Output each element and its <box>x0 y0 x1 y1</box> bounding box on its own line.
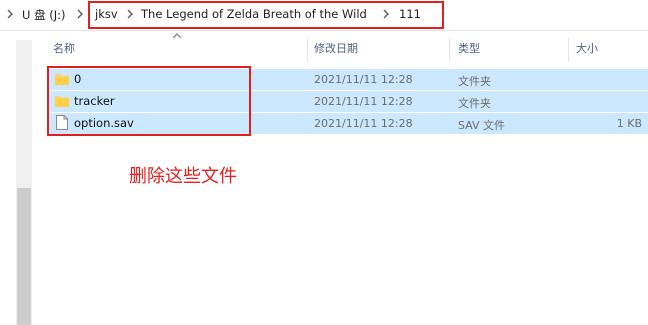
chevron-right-icon[interactable] <box>382 8 390 20</box>
files-highlight-box <box>47 66 251 136</box>
column-divider[interactable] <box>307 38 308 62</box>
navigation-scrollbar-thumb[interactable] <box>17 188 31 325</box>
column-divider[interactable] <box>568 38 569 62</box>
breadcrumb-item-jksv[interactable]: jksv <box>95 7 118 21</box>
column-header-type[interactable]: 类型 <box>458 40 480 62</box>
column-header-date[interactable]: 修改日期 <box>314 40 358 62</box>
chevron-right-icon[interactable] <box>126 8 134 20</box>
sort-ascending-icon <box>172 33 182 39</box>
file-type: 文件夹 <box>458 97 491 110</box>
file-date: 2021/11/11 12:28 <box>314 117 413 130</box>
column-divider[interactable] <box>449 38 450 62</box>
breadcrumb-item-game[interactable]: The Legend of Zelda Breath of the Wild <box>141 7 367 21</box>
chevron-right-icon[interactable] <box>76 8 84 20</box>
address-bar: U 盘 (J:) jksv The Legend of Zelda Breath… <box>0 0 648 31</box>
annotation-text: 删除这些文件 <box>129 166 237 187</box>
chevron-right-icon[interactable] <box>6 8 14 20</box>
breadcrumb-item-111[interactable]: 111 <box>399 7 421 21</box>
breadcrumb-item-drive[interactable]: U 盘 (J:) <box>22 7 65 23</box>
file-date: 2021/11/11 12:28 <box>314 95 413 108</box>
column-header-name[interactable]: 名称 <box>53 40 75 62</box>
column-header-size[interactable]: 大小 <box>576 40 598 62</box>
file-type: SAV 文件 <box>458 119 506 132</box>
file-date: 2021/11/11 12:28 <box>314 73 413 86</box>
file-type: 文件夹 <box>458 75 491 88</box>
file-size: 1 KB <box>616 117 642 130</box>
